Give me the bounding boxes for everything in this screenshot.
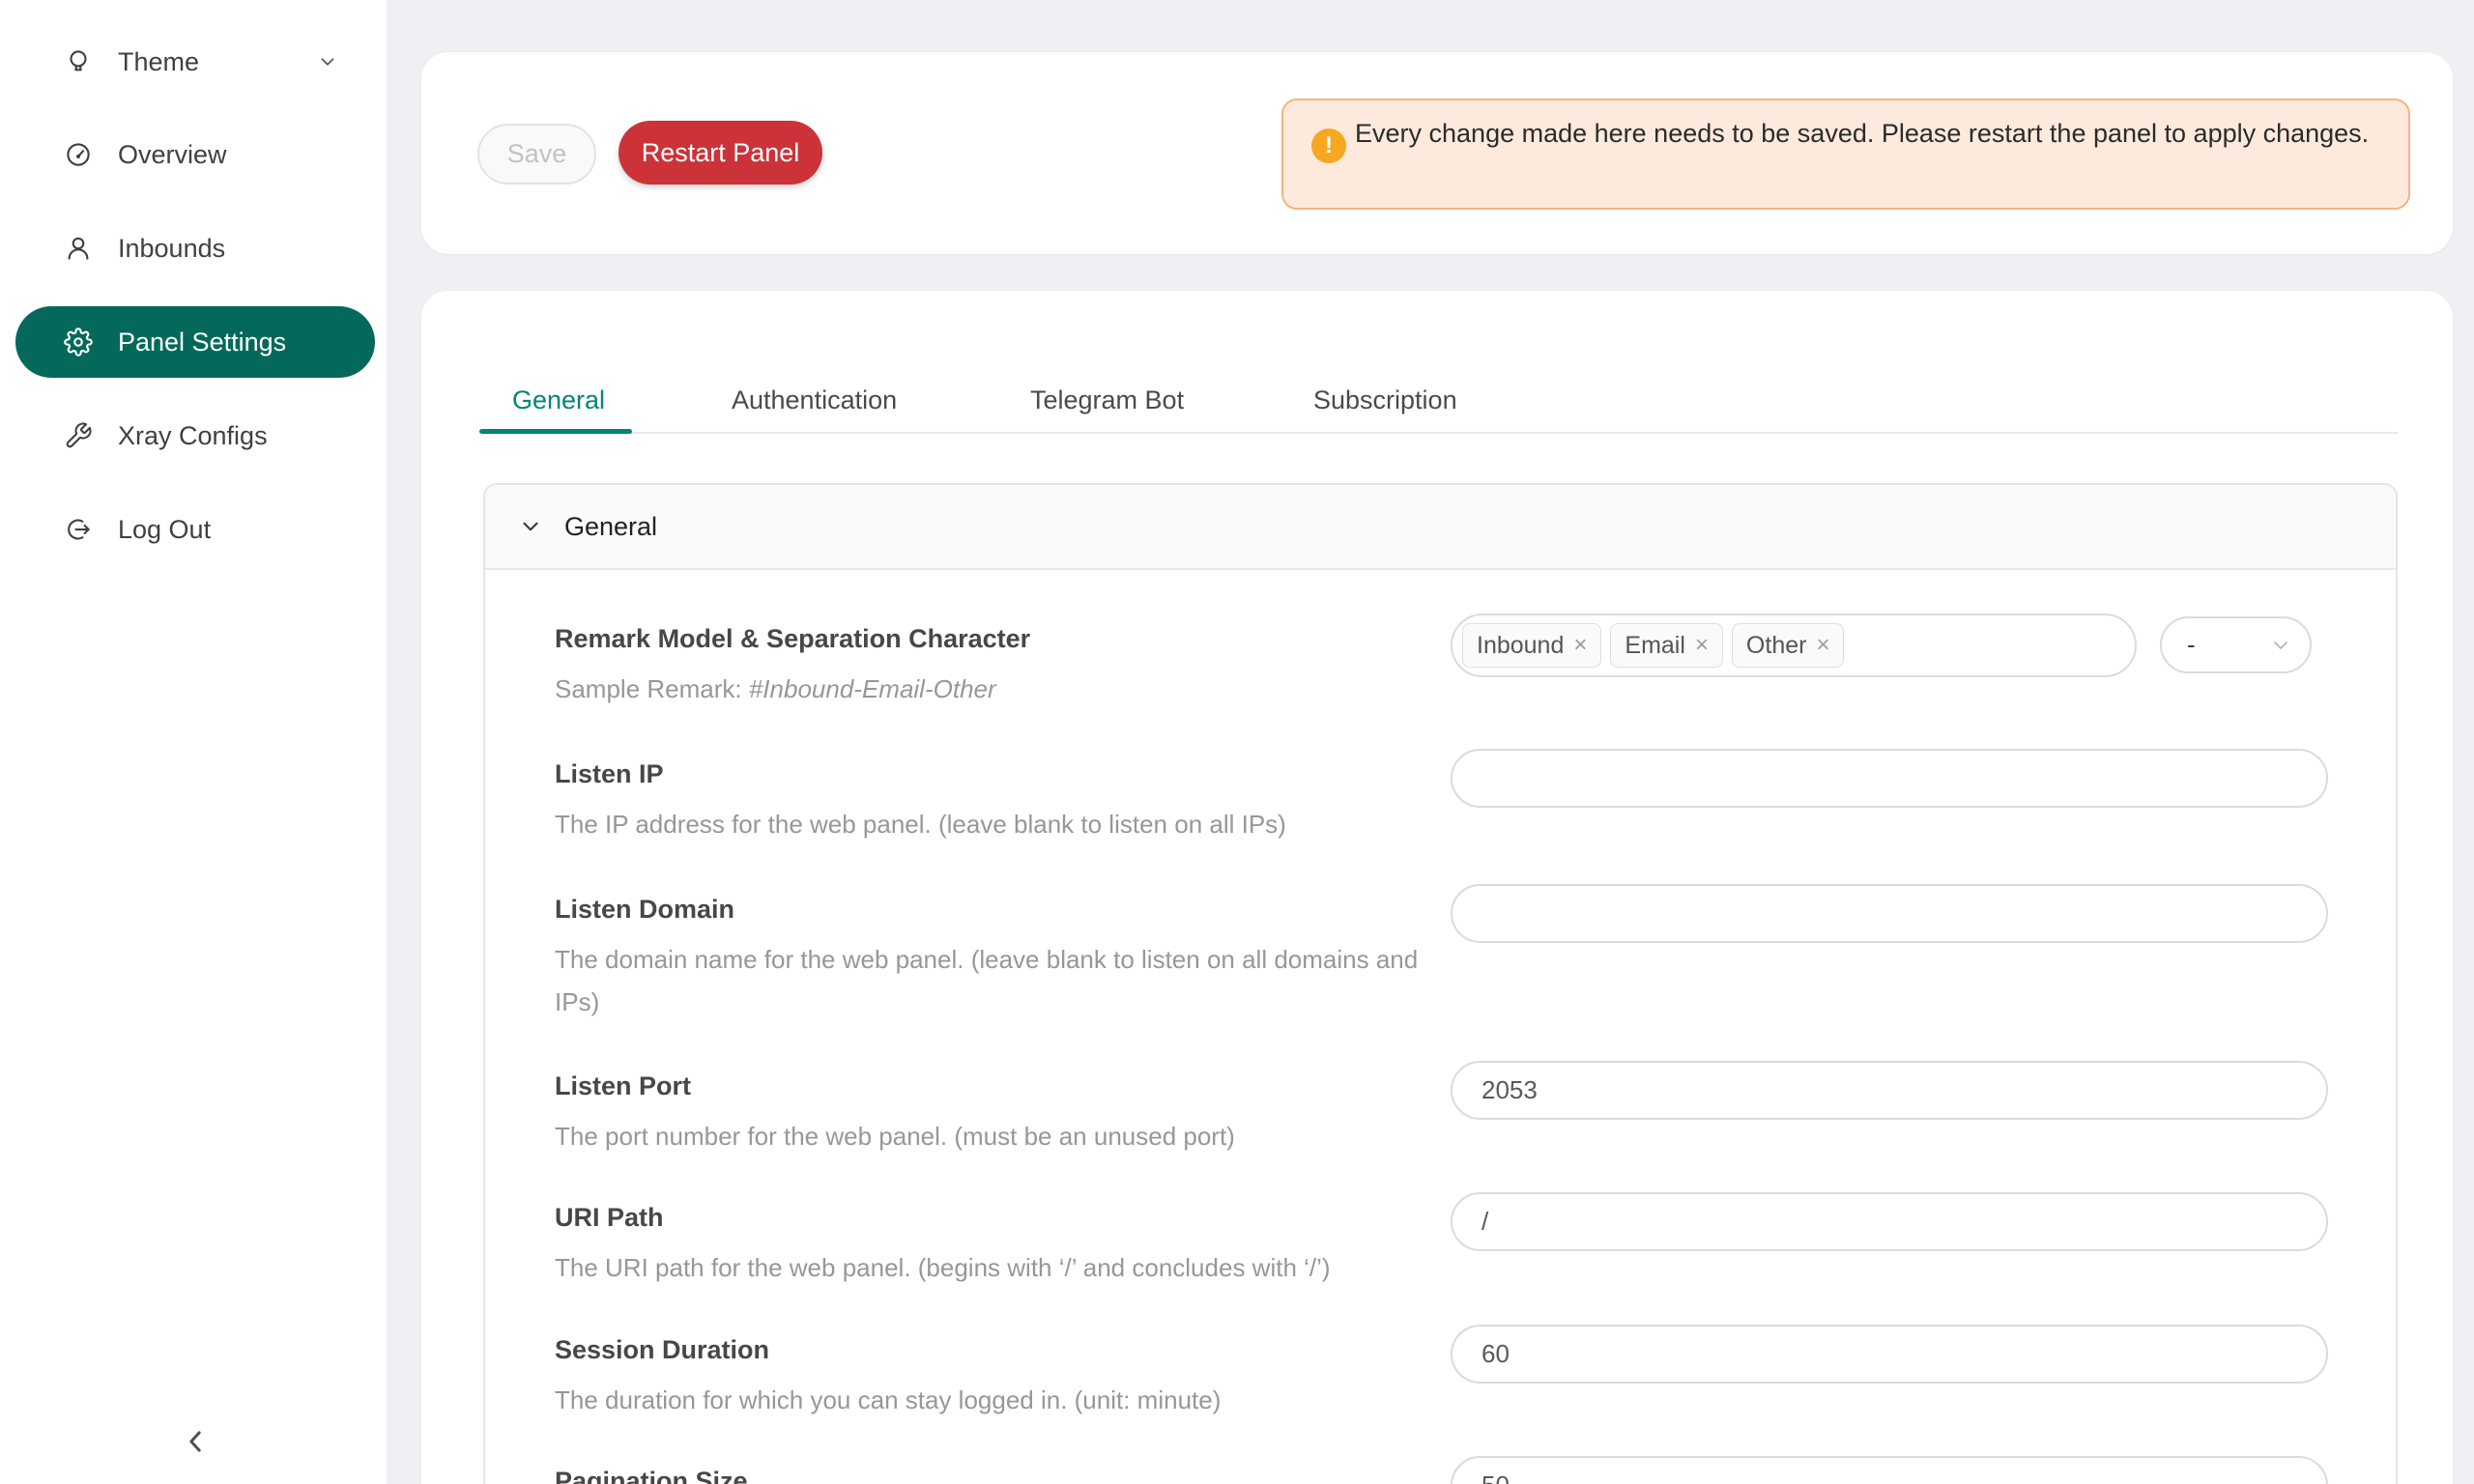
tag-email: Email ×	[1610, 623, 1723, 668]
sidebar: Theme Overview Inbounds	[0, 0, 387, 1484]
pagination-size-input[interactable]	[1451, 1456, 2328, 1484]
tabs-divider	[483, 432, 2398, 434]
settings-card: General Authentication Telegram Bot Subs…	[421, 291, 2453, 1484]
wrench-icon	[64, 421, 93, 450]
form-row-session-duration: Session Duration The duration for which …	[555, 1325, 2352, 1421]
field-description: The port number for the web panel. (must…	[555, 1115, 1424, 1157]
active-tab-underline	[479, 429, 632, 434]
tag-close-icon[interactable]: ×	[1695, 634, 1709, 657]
field-description: The IP address for the web panel. (leave…	[555, 803, 1424, 845]
tag-label: Email	[1625, 632, 1685, 660]
general-panel-header[interactable]: General	[485, 485, 2396, 570]
remark-model-tags-select[interactable]: Inbound × Email × Other ×	[1451, 614, 2137, 677]
sidebar-item-label: Overview	[118, 140, 227, 170]
separator-select[interactable]: -	[2160, 616, 2312, 673]
form-row-listen-ip: Listen IP The IP address for the web pan…	[555, 749, 2352, 845]
form-row-uri-path: URI Path The URI path for the web panel.…	[555, 1192, 2352, 1289]
lightbulb-icon	[64, 47, 93, 76]
warning-alert-text: Every change made here needs to be saved…	[1355, 112, 2370, 156]
listen-domain-input[interactable]	[1451, 884, 2328, 943]
sidebar-item-overview[interactable]: Overview	[15, 119, 375, 190]
uri-path-input[interactable]	[1451, 1192, 2328, 1251]
form-row-remark: Remark Model & Separation Character Samp…	[555, 614, 2352, 710]
chevron-down-icon	[2269, 634, 2292, 657]
session-duration-input[interactable]	[1451, 1325, 2328, 1384]
logout-icon	[64, 515, 93, 544]
field-description: Sample Remark: #Inbound-Email-Other	[555, 668, 1424, 710]
sample-remark-prefix: Sample Remark:	[555, 674, 749, 703]
listen-ip-input[interactable]	[1451, 749, 2328, 808]
tag-close-icon[interactable]: ×	[1573, 634, 1587, 657]
sidebar-item-panel-settings[interactable]: Panel Settings	[15, 306, 375, 378]
dashboard-gauge-icon	[64, 140, 93, 169]
tag-close-icon[interactable]: ×	[1816, 634, 1829, 657]
listen-port-input[interactable]	[1451, 1061, 2328, 1120]
form-row-pagination-size: Pagination Size	[555, 1456, 2352, 1484]
remark-control: Inbound × Email × Other × -	[1451, 614, 2328, 677]
restart-panel-button[interactable]: Restart Panel	[618, 121, 822, 185]
tag-other: Other ×	[1732, 623, 1845, 668]
separator-value: -	[2187, 630, 2196, 660]
warning-alert: ! Every change made here needs to be sav…	[1281, 99, 2410, 210]
tag-label: Inbound	[1477, 632, 1564, 660]
tab-subscription[interactable]: Subscription	[1313, 379, 1457, 421]
save-button[interactable]: Save	[477, 124, 596, 185]
sidebar-item-xray-configs[interactable]: Xray Configs	[15, 400, 375, 471]
sidebar-item-theme[interactable]: Theme	[15, 26, 375, 98]
sidebar-item-label: Panel Settings	[118, 328, 286, 357]
sidebar-item-inbounds[interactable]: Inbounds	[15, 213, 375, 284]
sidebar-item-label: Theme	[118, 47, 199, 77]
chevron-left-icon	[176, 1422, 215, 1461]
tab-telegram-bot[interactable]: Telegram Bot	[1030, 379, 1184, 421]
form-row-listen-domain: Listen Domain The domain name for the we…	[555, 884, 2352, 1023]
field-description: The URI path for the web panel. (begins …	[555, 1246, 1424, 1289]
sidebar-item-label: Log Out	[118, 515, 211, 545]
tag-inbound: Inbound ×	[1462, 623, 1601, 668]
sidebar-collapse-button[interactable]	[176, 1422, 215, 1461]
field-description: The duration for which you can stay logg…	[555, 1379, 1424, 1421]
user-icon	[64, 234, 93, 263]
form-row-listen-port: Listen Port The port number for the web …	[555, 1061, 2352, 1157]
general-collapse-panel: General Remark Model & Separation Charac…	[483, 483, 2398, 1484]
warning-icon: !	[1311, 128, 1346, 163]
chevron-down-icon	[317, 51, 338, 72]
field-description: The domain name for the web panel. (leav…	[555, 938, 1424, 1023]
panel-section-title: General	[564, 512, 657, 542]
sidebar-item-log-out[interactable]: Log Out	[15, 494, 375, 565]
tab-general[interactable]: General	[512, 379, 605, 421]
chevron-down-icon	[518, 514, 543, 539]
sample-remark-value: #Inbound-Email-Other	[749, 674, 996, 703]
sidebar-item-label: Inbounds	[118, 234, 225, 264]
sidebar-item-label: Xray Configs	[118, 421, 268, 451]
tab-authentication[interactable]: Authentication	[732, 379, 897, 421]
gear-icon	[64, 328, 93, 357]
toolbar-card: Save Restart Panel ! Every change made h…	[421, 52, 2453, 254]
tag-label: Other	[1746, 632, 1807, 660]
